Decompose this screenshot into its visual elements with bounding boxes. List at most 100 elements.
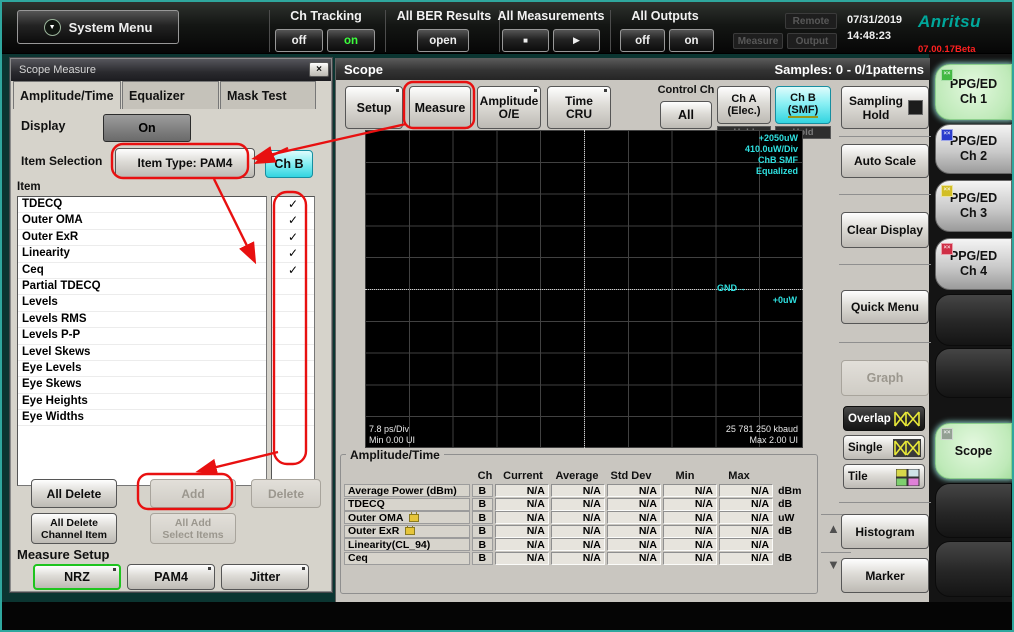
graph-button[interactable]: Graph (841, 360, 929, 396)
item-check-cell[interactable] (272, 361, 314, 377)
item-row[interactable]: Eye Heights (18, 394, 266, 410)
channel-b-button[interactable]: Ch B (265, 150, 313, 178)
delete-button[interactable]: Delete (251, 479, 321, 508)
item-row[interactable]: Outer ExR (18, 230, 266, 246)
output-indicator: Output (787, 33, 837, 49)
tab-ppg-ed-ch-2[interactable]: ××PPG/EDCh 2 (935, 124, 1012, 174)
tab-label: Ch 2 (960, 149, 987, 164)
item-check-cell[interactable] (272, 410, 314, 426)
ch-a-elec-button[interactable]: Ch A (Elec.) (717, 86, 771, 124)
measure-setup-label: Measure Setup (17, 547, 109, 562)
item-row[interactable]: Outer OMA (18, 213, 266, 229)
item-check-cell[interactable] (272, 279, 314, 295)
item-check-cell[interactable] (272, 345, 314, 361)
item-check-cell[interactable] (272, 295, 314, 311)
all-outputs-on-button[interactable]: on (669, 29, 714, 52)
item-row[interactable]: Levels P-P (18, 328, 266, 344)
tab-scope[interactable]: ××Scope (935, 423, 1012, 479)
scroll-down-icon[interactable]: ▼ (827, 558, 840, 571)
display-on-button[interactable]: On (103, 114, 191, 142)
button-label: Channel Item (41, 529, 107, 541)
sampling-hold-button[interactable]: Sampling Hold (841, 86, 929, 129)
item-check-cell[interactable] (272, 312, 314, 328)
ch-tracking-off-button[interactable]: off (275, 29, 323, 52)
button-label: CRU (566, 108, 592, 121)
item-type-button[interactable]: Item Type: PAM4 (115, 148, 255, 178)
item-row[interactable]: TDECQ (18, 197, 266, 213)
item-row[interactable]: Eye Levels (18, 361, 266, 377)
channel-badge-icon: ×× (941, 185, 953, 197)
item-row[interactable]: Linearity (18, 246, 266, 262)
item-check-cell[interactable] (272, 394, 314, 410)
item-check-cell[interactable]: ✓ (272, 230, 314, 246)
system-menu-button[interactable]: ▼ System Menu (17, 10, 179, 44)
tab-equalizer[interactable]: Equalizer (122, 81, 219, 109)
tab-label: PPG/ED (950, 191, 997, 206)
add-button[interactable]: Add (150, 479, 236, 508)
all-add-select-items-button[interactable]: All Add Select Items (150, 513, 236, 544)
item-row[interactable]: Eye Skews (18, 377, 266, 393)
marker-button[interactable]: Marker (841, 558, 929, 593)
top-bar: ▼ System Menu Ch Tracking off on All BER… (2, 2, 1012, 54)
item-check-cell[interactable]: ✓ (272, 213, 314, 229)
tab-ppg-ed-ch-3[interactable]: ××PPG/EDCh 3 (935, 180, 1012, 232)
button-label: All Delete (50, 517, 98, 529)
ch-b-smf-button[interactable]: Ch B (SMF) (775, 86, 831, 124)
tile-button[interactable]: Tile (843, 464, 925, 489)
jitter-button[interactable]: Jitter (221, 564, 309, 590)
scale-line: Equalized (745, 166, 798, 177)
setup-button[interactable]: Setup (345, 86, 403, 129)
all-measurements-stop-button[interactable]: ■ (502, 29, 549, 52)
time-cru-button[interactable]: Time CRU (547, 86, 611, 129)
pam4-button[interactable]: PAM4 (127, 564, 215, 590)
item-check-cell[interactable]: ✓ (272, 246, 314, 262)
item-row[interactable]: Levels (18, 295, 266, 311)
item-row[interactable]: Partial TDECQ (18, 279, 266, 295)
control-ch-label: Control Ch (651, 84, 721, 96)
tab-amplitude-time[interactable]: Amplitude/Time (13, 81, 121, 109)
clear-display-button[interactable]: Clear Display (841, 212, 929, 248)
item-row[interactable]: Level Skews (18, 345, 266, 361)
item-row[interactable]: Ceq (18, 263, 266, 279)
overlap-button[interactable]: Overlap (843, 406, 925, 431)
all-measurements-label: All Measurements (496, 9, 606, 23)
result-row: Linearity(CL_94)BN/AN/AN/AN/AN/A (344, 538, 814, 551)
item-check-cell[interactable]: ✓ (272, 263, 314, 279)
item-check-cell[interactable] (272, 328, 314, 344)
result-value-cell: N/A (551, 511, 605, 524)
scope-title: Scope (344, 62, 383, 77)
single-button[interactable]: Single (843, 435, 925, 460)
remote-indicator: Remote (785, 13, 837, 29)
item-check-cell[interactable] (272, 377, 314, 393)
tab-ppg-ed-ch-4[interactable]: ××PPG/EDCh 4 (935, 238, 1012, 290)
all-outputs-off-button[interactable]: off (620, 29, 665, 52)
nrz-button[interactable]: NRZ (33, 564, 121, 590)
all-measurements-start-button[interactable]: ▶ (553, 29, 600, 52)
close-icon[interactable]: × (309, 62, 329, 77)
auto-scale-button[interactable]: Auto Scale (841, 144, 929, 178)
all-delete-button[interactable]: All Delete (31, 479, 117, 508)
item-check-list: ✓✓✓✓✓ (271, 196, 315, 486)
result-value-cell: N/A (551, 552, 605, 565)
tab-mask-test[interactable]: Mask Test (220, 81, 316, 109)
right-tab-column: ××PPG/EDCh 1××PPG/EDCh 2××PPG/EDCh 3××PP… (929, 54, 1012, 602)
all-delete-channel-item-button[interactable]: All Delete Channel Item (31, 513, 117, 544)
all-ber-results-open-button[interactable]: open (417, 29, 469, 52)
histogram-button[interactable]: Histogram (841, 514, 929, 549)
scroll-up-icon[interactable]: ▲ (827, 522, 840, 535)
results-rows: Average Power (dBm)BN/AN/AN/AN/AN/AdBmTD… (344, 484, 814, 566)
tab-ppg-ed-ch-1[interactable]: ××PPG/EDCh 1 (935, 64, 1012, 120)
item-row[interactable]: Levels RMS (18, 312, 266, 328)
tab-label: PPG/ED (950, 77, 997, 92)
amplitude-oe-button[interactable]: Amplitude O/E (477, 86, 541, 129)
max-ui-label: Max 2.00 UI (749, 435, 798, 445)
result-name: Outer ExR (348, 525, 399, 537)
ch-tracking-on-button[interactable]: on (327, 29, 375, 52)
control-ch-all-button[interactable]: All (660, 101, 712, 129)
item-check-cell[interactable]: ✓ (272, 197, 314, 213)
side-separator (839, 136, 931, 137)
tab-label: PPG/ED (950, 134, 997, 149)
item-row[interactable]: Eye Widths (18, 410, 266, 426)
quick-menu-button[interactable]: Quick Menu (841, 290, 929, 324)
measure-button[interactable]: Measure (409, 86, 471, 129)
